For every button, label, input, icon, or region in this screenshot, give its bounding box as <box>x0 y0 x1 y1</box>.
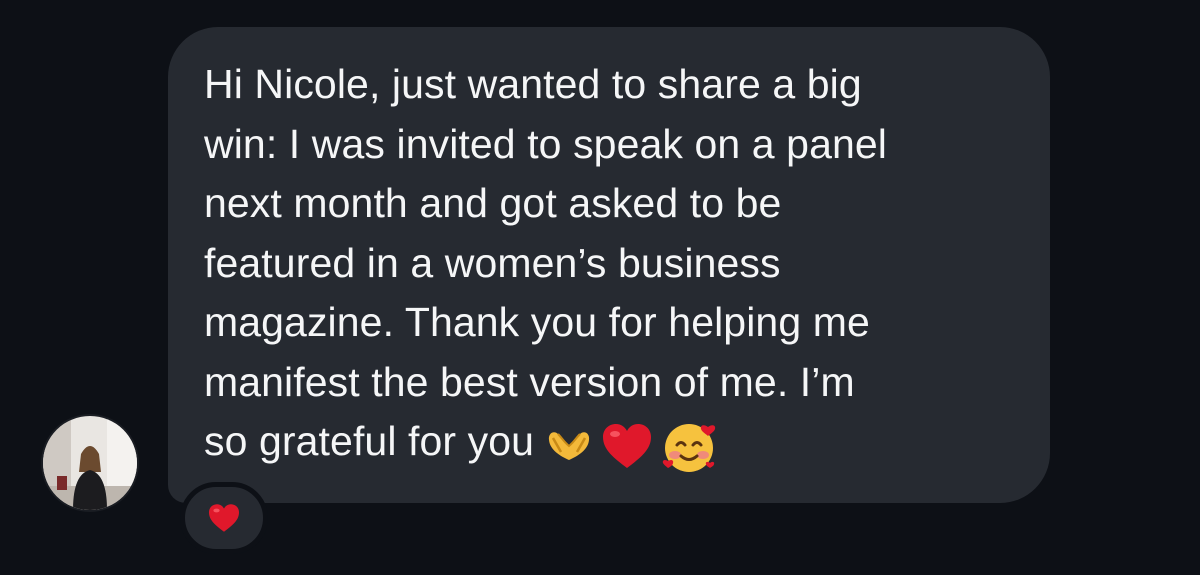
smiling-face-with-hearts-icon <box>662 423 716 472</box>
reaction-badge[interactable] <box>180 482 268 554</box>
red-heart-icon <box>603 423 652 468</box>
message-line: next month and got asked to be <box>204 180 782 226</box>
message-text: Hi Nicole, just wanted to share a big wi… <box>204 55 1024 475</box>
message-line: win: I was invited to speak on a panel <box>204 120 887 167</box>
message-line: magazine. Thank you for helping me <box>204 299 870 345</box>
message-thread: Hi Nicole, just wanted to share a big wi… <box>0 0 1200 575</box>
emoji-group <box>544 414 724 475</box>
message-line: Hi Nicole, just wanted to share a big <box>204 61 862 107</box>
red-heart-icon <box>209 504 239 532</box>
heart-hands-icon <box>548 431 590 460</box>
message-line: manifest the best version of me. I’m <box>204 358 855 405</box>
avatar-photo <box>43 416 137 510</box>
sender-avatar[interactable] <box>43 416 137 510</box>
message-last-line: so grateful for you <box>204 412 1024 475</box>
message-line: so grateful for you <box>204 418 535 464</box>
message-line: featured in a women’s business <box>204 239 781 286</box>
